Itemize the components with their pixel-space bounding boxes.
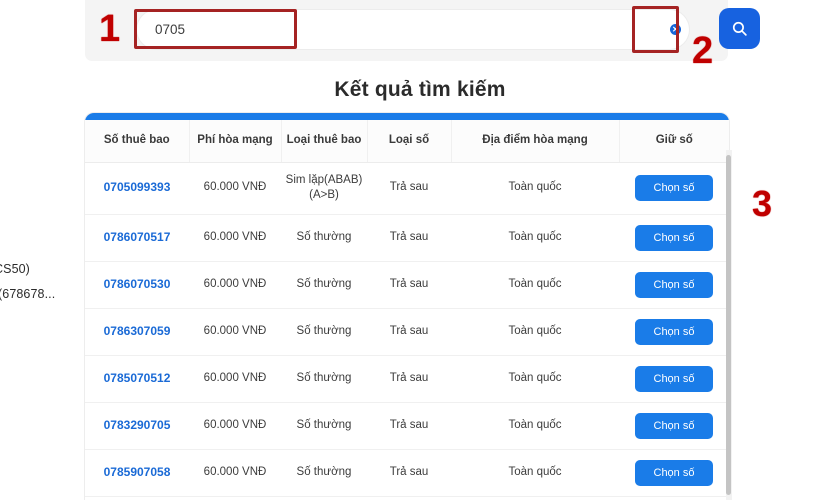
cell-sim-type: Số thường (281, 308, 367, 356)
table-row: 0785907058 60.000 VNĐ Số thường Trả sau Toàn… (85, 449, 729, 497)
results-table-card: Số thuê bao Phí hòa mạng Loại thuê bao L… (85, 113, 729, 500)
cell-fee: 60.000 VNĐ (189, 308, 281, 356)
msisdn-link[interactable]: 0705099393 (104, 180, 171, 194)
cell-fee: 60.000 VNĐ (189, 261, 281, 309)
cell-msisdn: 0785070512 (85, 355, 189, 403)
column-header-hold: Giữ số (618, 120, 729, 163)
msisdn-link[interactable]: 0786070530 (104, 277, 171, 291)
cell-fee: 60.000 VNĐ (189, 355, 281, 403)
cell-msisdn: 0786070530 (85, 261, 189, 309)
cell-number-type: Trả sau (367, 214, 451, 262)
annotation-step-3: 3 (752, 183, 773, 224)
cell-hold: Chọn số (619, 261, 729, 309)
choose-number-button[interactable]: Chọn số (635, 365, 713, 392)
cell-sim-type: Số thường (281, 261, 367, 309)
cell-number-type: Trả sau (367, 402, 451, 450)
cell-number-type: Trả sau (367, 355, 451, 403)
annotation-step-1: 1 (99, 8, 121, 50)
table-body: 0705099393 60.000 VNĐ Sim lặp(ABAB) (A>B) T… (85, 162, 729, 497)
cell-place: Toàn quốc (451, 162, 619, 215)
table-accent-bar (85, 113, 729, 120)
msisdn-link[interactable]: 0786307059 (104, 324, 171, 338)
cell-sim-type: Số thường (281, 402, 367, 450)
table-row: 0786070530 60.000 VNĐ Số thường Trả sau Toàn… (85, 261, 729, 309)
choose-number-button[interactable]: Chọn số (635, 175, 713, 202)
search-icon (731, 20, 748, 37)
table-row: 0786307059 60.000 VNĐ Số thường Trả sau Toàn… (85, 308, 729, 356)
cell-number-type: Trả sau (367, 449, 451, 497)
choose-number-button[interactable]: Chọn số (635, 459, 713, 486)
cell-fee: 60.000 VNĐ (189, 214, 281, 262)
cell-hold: Chọn số (619, 308, 729, 356)
choose-number-button[interactable]: Chọn số (635, 318, 713, 345)
cell-number-type: Trả sau (367, 162, 451, 215)
cell-fee: 60.000 VNĐ (189, 162, 281, 215)
cell-msisdn: 0785907058 (85, 449, 189, 497)
search-button[interactable] (719, 8, 760, 49)
cell-place: Toàn quốc (451, 308, 619, 356)
table-scrollbar-thumb[interactable] (726, 155, 731, 495)
search-panel: ✕ (85, 0, 760, 61)
cell-msisdn: 0783290705 (85, 402, 189, 450)
column-header-sim-type: Loại thuê bao (280, 120, 367, 163)
choose-number-button[interactable]: Chọn số (635, 271, 713, 298)
cell-msisdn: 0786307059 (85, 308, 189, 356)
table-row: 0785070512 60.000 VNĐ Số thường Trả sau Toàn… (85, 355, 729, 403)
choose-number-button[interactable]: Chọn số (635, 412, 713, 439)
table-header-row: Số thuê bao Phí hòa mạng Loại thuê bao L… (85, 120, 729, 163)
msisdn-link[interactable]: 0785907058 (104, 465, 171, 479)
cell-fee: 60.000 VNĐ (189, 449, 281, 497)
cell-sim-type: Số thường (281, 449, 367, 497)
results-table: Số thuê bao Phí hòa mạng Loại thuê bao L… (85, 120, 729, 497)
cell-sim-type: Số thường (281, 214, 367, 262)
page-title: Kết quả tìm kiếm (334, 78, 506, 101)
cell-msisdn: 0705099393 (85, 162, 189, 215)
column-header-number-type: Loại số (366, 120, 451, 163)
table-head: Số thuê bao Phí hòa mạng Loại thuê bao L… (85, 120, 729, 163)
cell-place: Toàn quốc (451, 449, 619, 497)
msisdn-link[interactable]: 0786070517 (104, 230, 171, 244)
cell-place: Toàn quốc (451, 355, 619, 403)
cell-hold: Chọn số (619, 162, 729, 215)
table-row: 0783290705 60.000 VNĐ Số thường Trả sau Toàn… (85, 402, 729, 450)
cell-hold: Chọn số (619, 355, 729, 403)
column-header-place: Địa điểm hòa mạng (450, 120, 619, 163)
msisdn-link[interactable]: 0783290705 (104, 418, 171, 432)
cell-fee: 60.000 VNĐ (189, 402, 281, 450)
cell-number-type: Trả sau (367, 308, 451, 356)
cell-sim-type: Số thường (281, 355, 367, 403)
choose-number-button[interactable]: Chọn số (635, 224, 713, 251)
cell-number-type: Trả sau (367, 261, 451, 309)
cell-place: Toàn quốc (451, 261, 619, 309)
table-scroll-region: Số thuê bao Phí hòa mạng Loại thuê bao L… (85, 120, 729, 500)
page-root: CS50) (678678... ✕ 1 2 3 Kết quả tìm kiế… (0, 0, 840, 500)
close-circle-icon[interactable]: ✕ (670, 24, 681, 35)
msisdn-link[interactable]: 0785070512 (104, 371, 171, 385)
cell-hold: Chọn số (619, 402, 729, 450)
column-header-fee: Phí hòa mạng (188, 120, 281, 163)
background-text-snippet-2: (678678... (0, 287, 56, 301)
table-row: 0705099393 60.000 VNĐ Sim lặp(ABAB) (A>B) T… (85, 162, 729, 215)
background-text-snippet-1: CS50) (0, 262, 30, 276)
cell-sim-type: Sim lặp(ABAB) (A>B) (281, 162, 367, 215)
cell-place: Toàn quốc (451, 214, 619, 262)
search-field-container[interactable]: ✕ (137, 10, 689, 49)
cell-msisdn: 0786070517 (85, 214, 189, 262)
table-row: 0786070517 60.000 VNĐ Số thường Trả sau Toàn… (85, 214, 729, 262)
cell-hold: Chọn số (619, 214, 729, 262)
cell-hold: Chọn số (619, 449, 729, 497)
search-input[interactable] (155, 10, 595, 49)
annotation-step-2: 2 (692, 30, 714, 72)
column-header-msisdn: Số thuê bao (85, 120, 189, 163)
cell-place: Toàn quốc (451, 402, 619, 450)
